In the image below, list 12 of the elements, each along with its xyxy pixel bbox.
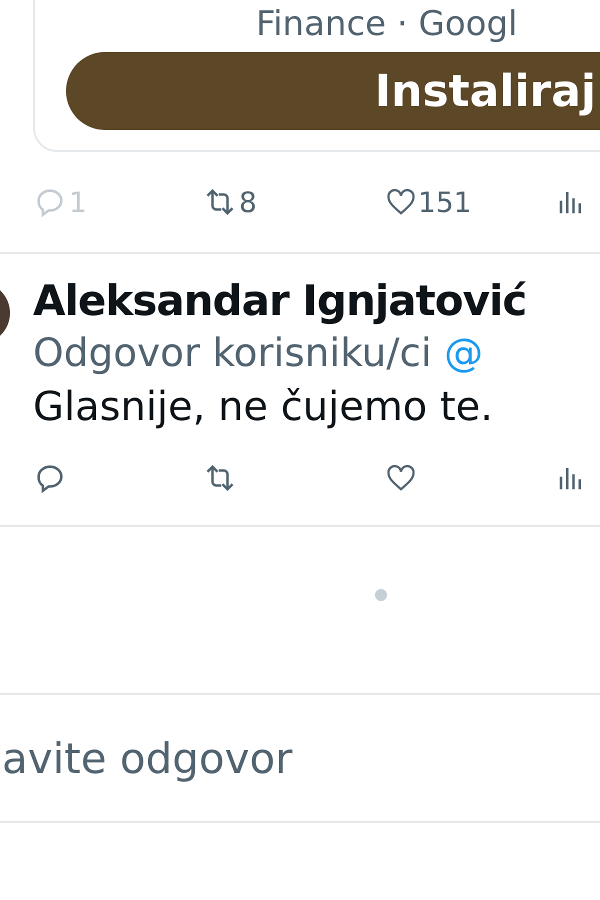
app-source: Finance · Googl: [255, 3, 518, 46]
count-label: 151: [418, 186, 472, 218]
heart-icon: [386, 187, 416, 217]
count-label: 1: [69, 186, 87, 218]
loading-dot: [375, 589, 387, 601]
author-name[interactable]: Aleksandar Ignjatović: [33, 276, 526, 325]
replying-to-label: Odgovor korisniku/ci @: [33, 331, 484, 376]
install-button[interactable]: Instaliraj: [66, 52, 600, 130]
reply-field[interactable]: avite odgovor: [2, 734, 600, 782]
count-label: 8: [239, 186, 257, 218]
heart-icon: [386, 462, 416, 492]
tweet-text: Glasnije, ne čujemo te.: [33, 384, 494, 430]
